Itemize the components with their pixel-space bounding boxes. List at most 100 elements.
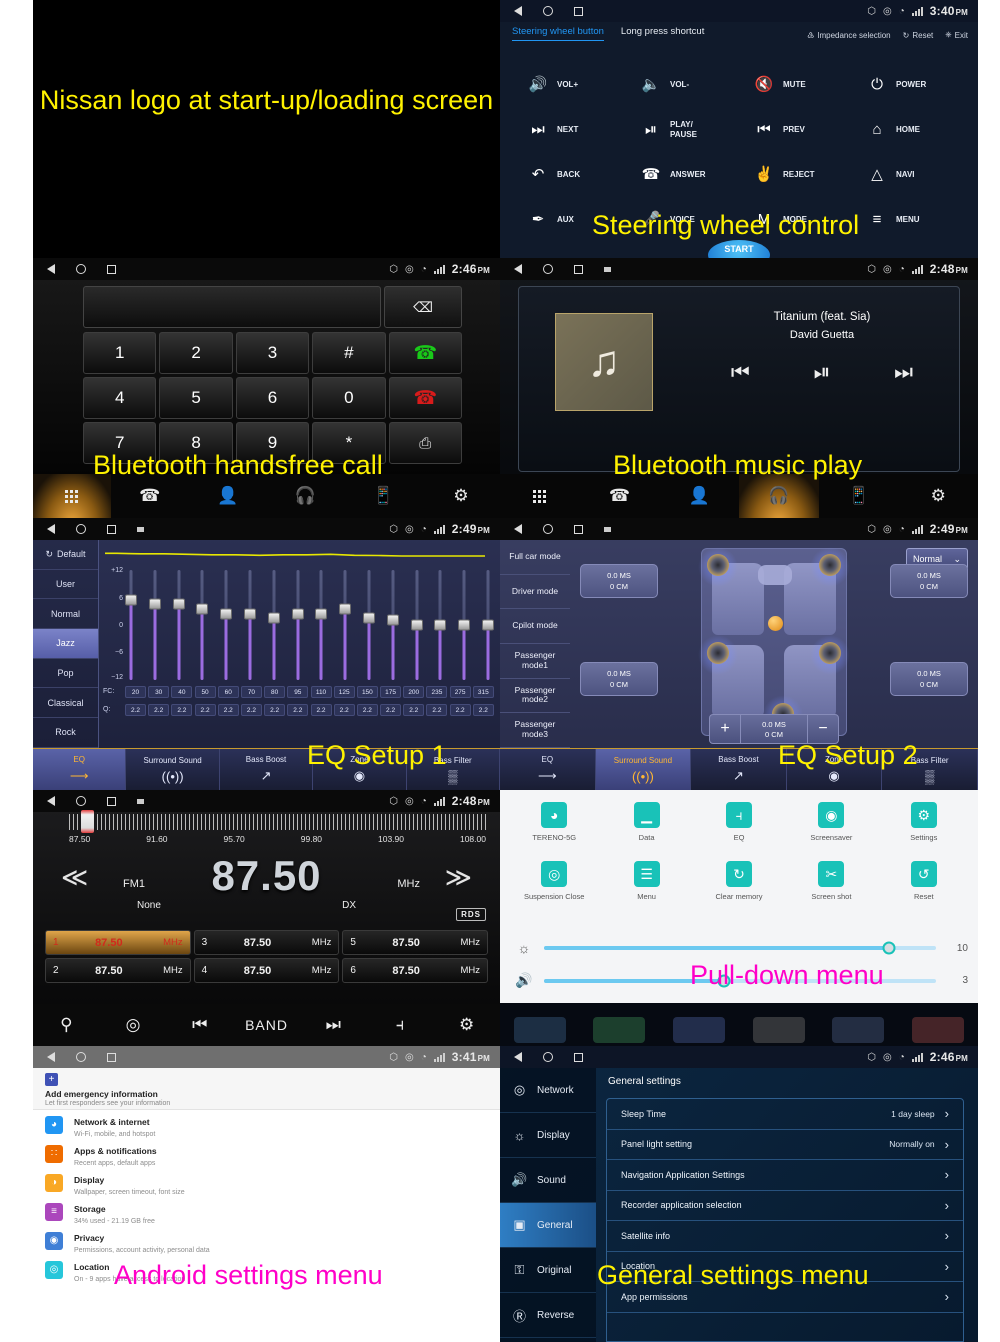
home-nav-icon[interactable]	[543, 264, 553, 274]
home-nav-icon[interactable]	[543, 1052, 553, 1062]
eq-fc-235[interactable]: 235	[426, 686, 448, 698]
recents-nav-icon[interactable]	[574, 264, 583, 274]
preset-5[interactable]: 5 87.50 MHz	[342, 930, 488, 955]
eq-band-knob[interactable]	[339, 603, 352, 615]
exit-button[interactable]: ⎈ Exit	[945, 30, 968, 40]
eq-q-60[interactable]: 2.2	[217, 704, 239, 716]
home-nav-icon[interactable]	[543, 524, 553, 534]
eq-band-knob[interactable]	[196, 603, 209, 615]
listening-position-marker[interactable]	[768, 616, 783, 631]
eq-band-knob[interactable]	[291, 608, 304, 620]
screenshot-nav-icon[interactable]	[604, 526, 611, 532]
eq-band-sliders[interactable]	[125, 570, 494, 680]
eq-band-knob[interactable]	[481, 619, 494, 631]
brightness-knob[interactable]	[882, 941, 896, 955]
eq-band-40[interactable]	[172, 570, 185, 680]
key-hash[interactable]: #	[312, 332, 386, 374]
eq-q-125[interactable]: 2.2	[333, 704, 355, 716]
eq-fc-values[interactable]: 20 30 40 50 60 70 80 95 110 125 150 175 200 235 275 315	[125, 686, 494, 698]
tab-contacts[interactable]: 👤	[659, 474, 739, 518]
delay-plus-button[interactable]: +	[710, 715, 740, 743]
eq-fc-125[interactable]: 125	[333, 686, 355, 698]
eq-band-knob[interactable]	[315, 608, 328, 620]
eq-band-knob[interactable]	[243, 608, 256, 620]
eq-fc-315[interactable]: 315	[472, 686, 494, 698]
eq-fc-20[interactable]: 20	[125, 686, 146, 698]
eq-preset-jazz[interactable]: Jazz	[33, 629, 98, 659]
sidebar-item-general[interactable]: ▣ General	[500, 1203, 596, 1248]
tuning-dial[interactable]	[69, 814, 486, 830]
eq-fc-200[interactable]: 200	[403, 686, 425, 698]
back-nav-icon[interactable]	[47, 1052, 55, 1062]
app-shortcut[interactable]	[593, 1017, 646, 1043]
screenshot-nav-icon[interactable]	[137, 798, 144, 804]
screenshot-nav-icon[interactable]	[604, 266, 611, 272]
eq-band-110[interactable]	[315, 570, 328, 680]
eq-band-knob[interactable]	[386, 614, 399, 626]
key-0[interactable]: 0	[312, 377, 386, 419]
recents-nav-icon[interactable]	[107, 264, 116, 274]
sw-button-prev[interactable]: ⏮ PREV	[740, 107, 853, 152]
tab-bluetooth-music[interactable]: 🎧	[266, 474, 344, 518]
eq-preset-default[interactable]: ↻ Default	[33, 540, 98, 570]
eq-q-values[interactable]: 2.2 2.2 2.2 2.2 2.2 2.2 2.2 2.2 2.2 2.2 2.2 2.2 2.2 2…	[125, 704, 494, 716]
preset-1[interactable]: 1 87.50 MHz	[45, 930, 191, 955]
tile-settings[interactable]: ⚙ Settings	[878, 802, 970, 861]
eq-fc-110[interactable]: 110	[310, 686, 332, 698]
mode-passenger-3[interactable]: Passenger mode3	[500, 713, 570, 748]
call-icon[interactable]: ☎	[388, 332, 462, 374]
eq-fc-95[interactable]: 95	[287, 686, 309, 698]
sw-button-vol-up[interactable]: 🔊 VOL+	[514, 62, 627, 107]
tab-contacts[interactable]: 👤	[189, 474, 267, 518]
eq-preset-pop[interactable]: Pop	[33, 659, 98, 689]
preset-3[interactable]: 3 87.50 MHz	[193, 930, 340, 955]
eq-q-30[interactable]: 2.2	[148, 704, 170, 716]
eq-band-30[interactable]	[148, 570, 161, 680]
tab-bluetooth-device[interactable]: 📱	[819, 474, 899, 518]
eq-band-175[interactable]	[386, 570, 399, 680]
sidebar-item-display[interactable]: ☼ Display	[500, 1113, 596, 1158]
eq-band-315[interactable]	[481, 570, 494, 680]
row-panel-light[interactable]: Panel light setting Normally on ›	[607, 1130, 963, 1160]
eq-band-235[interactable]	[434, 570, 447, 680]
delay-rear-right[interactable]: 0.0 MS 0 CM	[890, 662, 968, 696]
settings-row-privacy[interactable]: ◉ Privacy Permissions, account activity, …	[45, 1226, 500, 1255]
eq-q-200[interactable]: 2.2	[403, 704, 425, 716]
mode-driver[interactable]: Driver mode	[500, 575, 570, 610]
sidebar-item-sound[interactable]: 🔊 Sound	[500, 1158, 596, 1203]
mode-passenger-2[interactable]: Passenger mode2	[500, 679, 570, 714]
eq-q-175[interactable]: 2.2	[380, 704, 402, 716]
mode-cpilot[interactable]: Cpilot mode	[500, 609, 570, 644]
tile-screenshot[interactable]: ✂ Screen shot	[785, 861, 877, 920]
eq-band-knob[interactable]	[148, 598, 161, 610]
back-nav-icon[interactable]	[47, 524, 55, 534]
eq-fc-40[interactable]: 40	[171, 686, 193, 698]
eq-q-315[interactable]: 2.2	[472, 704, 494, 716]
tuning-marker[interactable]	[81, 810, 94, 833]
settings-row-display[interactable]: ◑ Display Wallpaper, screen timeout, font…	[45, 1168, 500, 1197]
eq-q-70[interactable]: 2.2	[240, 704, 262, 716]
eq-band-20[interactable]	[125, 570, 137, 680]
tune-up-button[interactable]: ≫	[445, 862, 472, 893]
row-sleep-time[interactable]: Sleep Time 1 day sleep ›	[607, 1099, 963, 1130]
delay-front-right[interactable]: 0.0 MS 0 CM	[890, 564, 968, 598]
phone-number-input[interactable]	[83, 286, 381, 328]
preset-2[interactable]: 2 87.50 MHz	[45, 958, 191, 983]
eq-preset-rock[interactable]: Rock	[33, 718, 98, 748]
eq-band-70[interactable]	[243, 570, 256, 680]
recents-nav-icon[interactable]	[574, 524, 583, 534]
tab-call-log[interactable]: ☎	[580, 474, 660, 518]
recents-nav-icon[interactable]	[574, 1052, 583, 1062]
delay-rear-left[interactable]: 0.0 MS 0 CM	[580, 662, 658, 696]
eq-preset-normal[interactable]: Normal	[33, 599, 98, 630]
eq-q-20[interactable]: 2.2	[125, 704, 146, 716]
settings-gear-icon[interactable]: ⚙	[433, 1015, 500, 1035]
tab-bass-boost[interactable]: Bass Boost ↗	[691, 749, 787, 790]
eq-fc-150[interactable]: 150	[356, 686, 378, 698]
eq-band-60[interactable]	[220, 570, 233, 680]
home-nav-icon[interactable]	[76, 264, 86, 274]
back-nav-icon[interactable]	[514, 6, 522, 16]
sw-button-reject[interactable]: ✌ REJECT	[740, 152, 853, 197]
next-icon[interactable]: ⏭	[894, 361, 913, 385]
eq-q-150[interactable]: 2.2	[356, 704, 378, 716]
